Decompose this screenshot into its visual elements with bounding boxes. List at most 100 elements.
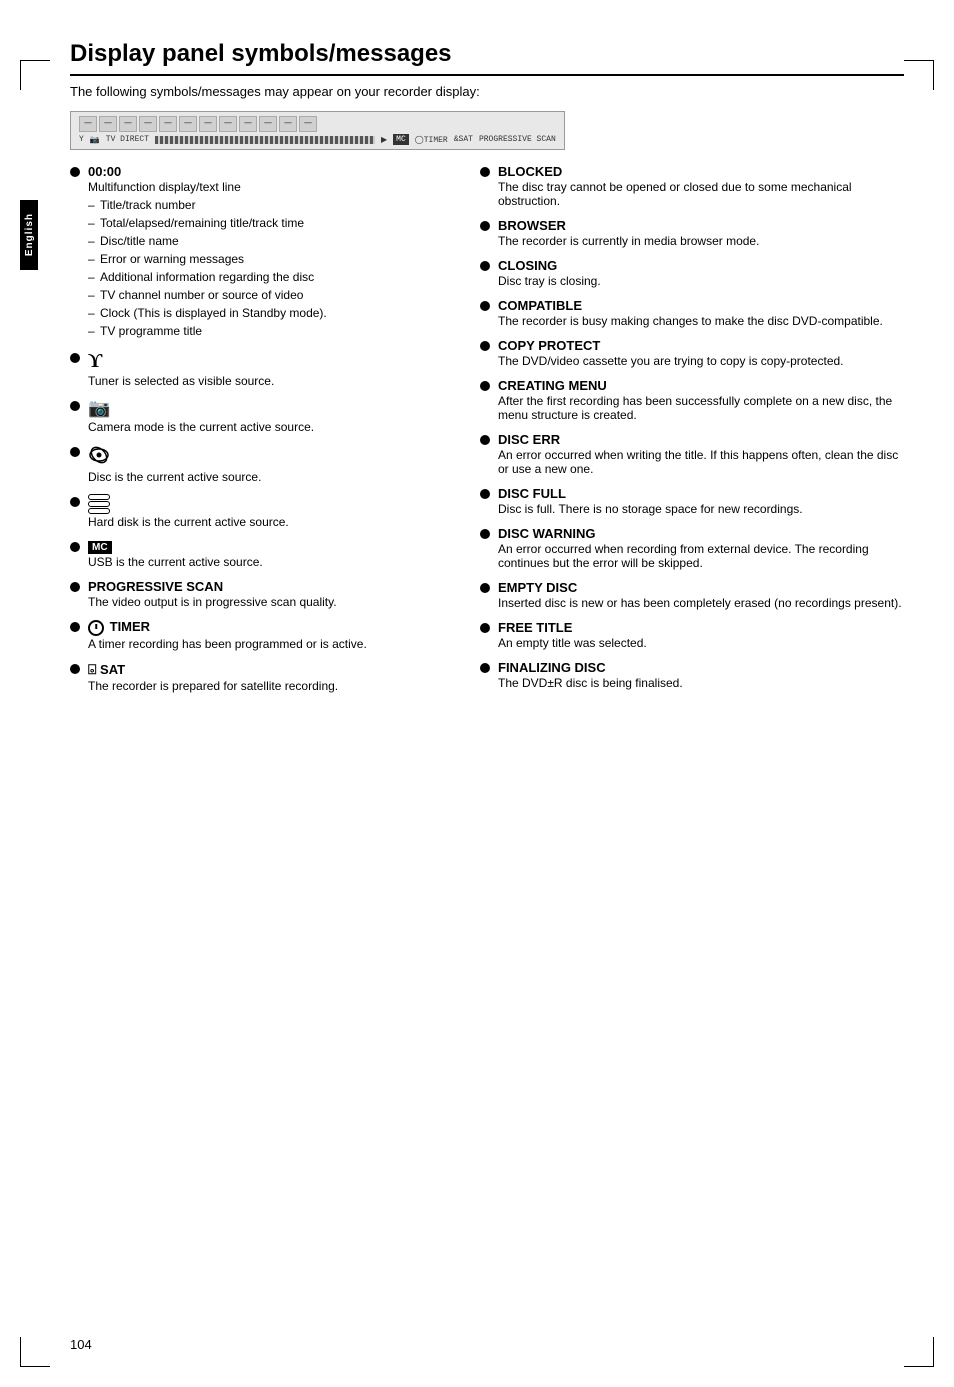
bullet-dot — [480, 221, 490, 231]
display-char: 一 — [239, 116, 257, 132]
item-desc-mc: USB is the current active source. — [88, 555, 263, 569]
bullet-content: DISC FULL Disc is full. There is no stor… — [498, 486, 803, 516]
item-icon-harddisk — [88, 494, 289, 514]
corner-decoration-bl2 — [20, 1337, 21, 1367]
content-columns: 00:00 Multifunction display/text line Ti… — [70, 164, 904, 703]
list-item-disc-err: DISC ERR An error occurred when writing … — [480, 432, 904, 476]
bullet-content: DISC ERR An error occurred when writing … — [498, 432, 904, 476]
display-label-mc: MC — [393, 134, 409, 145]
list-item-free-title: FREE TITLE An empty title was selected. — [480, 620, 904, 650]
list-item: Error or warning messages — [88, 250, 327, 268]
list-item-disc-warning: DISC WARNING An error occurred when reco… — [480, 526, 904, 570]
item-desc-disc: Disc is the current active source. — [88, 470, 261, 484]
mc-label: MC — [88, 541, 112, 554]
item-title-empty-disc: EMPTY DISC — [498, 580, 902, 595]
bullet-content: Disc is the current active source. — [88, 444, 261, 484]
bullet-dot — [70, 497, 80, 507]
display-char: 一 — [139, 116, 157, 132]
list-item: Total/elapsed/remaining title/track time — [88, 214, 327, 232]
list-item-browser: BROWSER The recorder is currently in med… — [480, 218, 904, 248]
item-title-sat: ⌻ SAT — [88, 661, 338, 678]
item-icon-camera: 📷 — [88, 398, 314, 419]
bullet-dot — [480, 167, 490, 177]
list-item-progressive-scan: PROGRESSIVE SCAN The video output is in … — [70, 579, 450, 609]
bullet-content: COPY PROTECT The DVD/video cassette you … — [498, 338, 844, 368]
sub-list-time: Title/track number Total/elapsed/remaini… — [88, 196, 327, 340]
list-item-sat: ⌻ SAT The recorder is prepared for satel… — [70, 661, 450, 693]
language-label: English — [24, 213, 35, 256]
bullet-dot — [70, 401, 80, 411]
item-title-creating-menu: CREATING MENU — [498, 378, 904, 393]
left-column: 00:00 Multifunction display/text line Ti… — [70, 164, 450, 703]
display-label-tv-direct: TV DIRECT — [106, 135, 149, 144]
item-icon-mc: MC — [88, 539, 263, 554]
bullet-dot — [480, 435, 490, 445]
item-desc-harddisk: Hard disk is the current active source. — [88, 515, 289, 529]
bullet-dot — [70, 447, 80, 457]
bullet-dot — [480, 261, 490, 271]
item-desc-blocked: The disc tray cannot be opened or closed… — [498, 180, 904, 208]
item-title-disc-warning: DISC WARNING — [498, 526, 904, 541]
list-item: TV programme title — [88, 322, 327, 340]
list-item-empty-disc: EMPTY DISC Inserted disc is new or has b… — [480, 580, 904, 610]
list-item-harddisk: Hard disk is the current active source. — [70, 494, 450, 529]
sat-icon: ⌻ — [88, 661, 96, 677]
list-item-time: 00:00 Multifunction display/text line Ti… — [70, 164, 450, 340]
bullet-content: FINALIZING DISC The DVD±R disc is being … — [498, 660, 683, 690]
display-icon-camera: 📷 — [90, 135, 100, 145]
list-item-disc: Disc is the current active source. — [70, 444, 450, 484]
list-item-finalizing-disc: FINALIZING DISC The DVD±R disc is being … — [480, 660, 904, 690]
corner-decoration-tr — [904, 60, 934, 61]
display-char: 一 — [299, 116, 317, 132]
bullet-content: 00:00 Multifunction display/text line Ti… — [88, 164, 327, 340]
display-icon-tuner: Y — [79, 135, 84, 144]
list-item-camera: 📷 Camera mode is the current active sour… — [70, 398, 450, 434]
bullet-content: BROWSER The recorder is currently in med… — [498, 218, 759, 248]
item-title-closing: CLOSING — [498, 258, 601, 273]
item-icon-tuner: ϒ — [88, 350, 274, 373]
bullet-content: BLOCKED The disc tray cannot be opened o… — [498, 164, 904, 208]
timer-icon — [88, 620, 104, 636]
corner-decoration-br2 — [933, 1337, 934, 1367]
list-item-tuner: ϒ Tuner is selected as visible source. — [70, 350, 450, 388]
bullet-content: MC USB is the current active source. — [88, 539, 263, 569]
display-label-sat: &SAT — [454, 135, 473, 144]
item-icon-disc — [88, 444, 261, 469]
display-char: 一 — [259, 116, 277, 132]
list-item: Disc/title name — [88, 232, 327, 250]
item-title-compatible: COMPATIBLE — [498, 298, 883, 313]
bullet-content: PROGRESSIVE SCAN The video output is in … — [88, 579, 337, 609]
display-char: 一 — [79, 116, 97, 132]
list-item-closing: CLOSING Disc tray is closing. — [480, 258, 904, 288]
intro-text: The following symbols/messages may appea… — [70, 84, 904, 99]
bullet-content: 📷 Camera mode is the current active sour… — [88, 398, 314, 434]
item-desc-free-title: An empty title was selected. — [498, 636, 647, 650]
corner-decoration-bl — [20, 1366, 50, 1367]
bullet-content: DISC WARNING An error occurred when reco… — [498, 526, 904, 570]
display-label-prog-scan: PROGRESSIVE SCAN — [479, 135, 556, 144]
item-desc-sat: The recorder is prepared for satellite r… — [88, 679, 338, 693]
display-char: 一 — [99, 116, 117, 132]
page-number: 104 — [70, 1337, 92, 1352]
bullet-dot — [480, 623, 490, 633]
display-icon-disc: ▶ — [381, 135, 387, 145]
corner-decoration-tl2 — [20, 60, 21, 90]
item-title-progressive-scan: PROGRESSIVE SCAN — [88, 579, 337, 594]
item-desc-tuner: Tuner is selected as visible source. — [88, 374, 274, 388]
list-item-blocked: BLOCKED The disc tray cannot be opened o… — [480, 164, 904, 208]
display-char: 一 — [219, 116, 237, 132]
display-panel-image: 一 一 一 一 一 一 一 一 一 一 一 一 Y 📷 TV DIRECT ▶ … — [70, 111, 565, 150]
page-title: Display panel symbols/messages — [70, 40, 904, 76]
display-char: 一 — [179, 116, 197, 132]
display-char: 一 — [159, 116, 177, 132]
bullet-content: CREATING MENU After the first recording … — [498, 378, 904, 422]
bullet-dot — [70, 353, 80, 363]
item-desc-compatible: The recorder is busy making changes to m… — [498, 314, 883, 328]
bullet-content: TIMER A timer recording has been program… — [88, 619, 367, 651]
list-item-creating-menu: CREATING MENU After the first recording … — [480, 378, 904, 422]
item-desc-empty-disc: Inserted disc is new or has been complet… — [498, 596, 902, 610]
display-progress-bar — [155, 136, 375, 144]
item-desc-creating-menu: After the first recording has been succe… — [498, 394, 904, 422]
bullet-content: FREE TITLE An empty title was selected. — [498, 620, 647, 650]
item-title-disc-err: DISC ERR — [498, 432, 904, 447]
